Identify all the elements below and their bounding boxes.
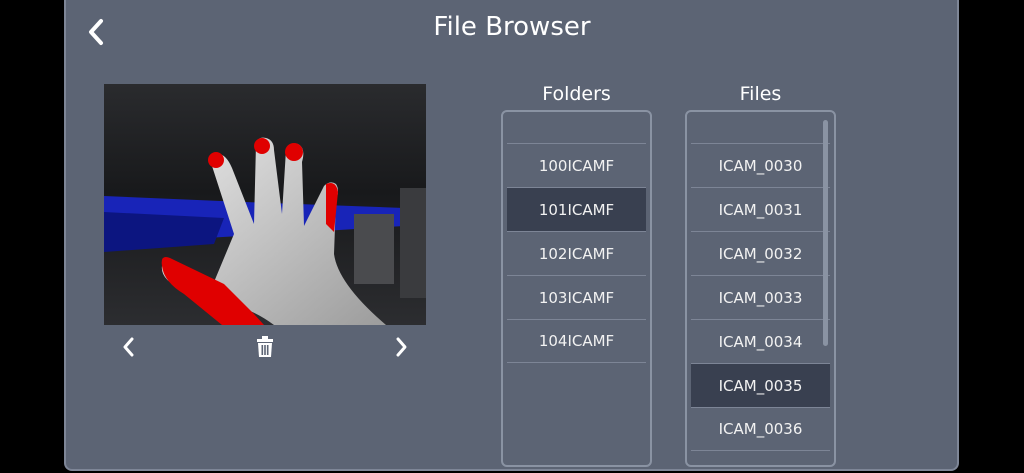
files-scrollbar[interactable]	[823, 120, 828, 346]
page-title: File Browser	[433, 12, 591, 42]
folder-item-selected[interactable]: 101ICAMF	[507, 187, 646, 231]
folder-item[interactable]: 104ICAMF	[507, 319, 646, 363]
file-item-selected[interactable]: ICAM_0035	[691, 363, 830, 407]
file-item[interactable]: ICAM_0033	[691, 275, 830, 319]
folder-item[interactable]: 100ICAMF	[507, 143, 646, 187]
file-item[interactable]: ICAM_0032	[691, 231, 830, 275]
file-item[interactable]: ICAM_0031	[691, 187, 830, 231]
trash-icon[interactable]	[251, 333, 279, 361]
next-image-icon[interactable]	[387, 333, 415, 361]
files-heading: Files	[739, 83, 782, 105]
folders-list[interactable]: 100ICAMF 101ICAMF 102ICAMF 103ICAMF 104I…	[501, 110, 652, 467]
folder-item[interactable]: 103ICAMF	[507, 275, 646, 319]
thermal-image-preview	[104, 84, 426, 325]
thermal-image	[104, 84, 426, 325]
folder-item[interactable]: 102ICAMF	[507, 231, 646, 275]
file-item[interactable]: ICAM_0030	[691, 143, 830, 187]
file-item[interactable]: ICAM_0034	[691, 319, 830, 363]
file-item[interactable]: ICAM_0036	[691, 407, 830, 451]
folders-heading: Folders	[542, 83, 611, 105]
previous-image-icon[interactable]	[115, 333, 143, 361]
files-list[interactable]: ICAM_0030 ICAM_0031 ICAM_0032 ICAM_0033 …	[685, 110, 836, 467]
